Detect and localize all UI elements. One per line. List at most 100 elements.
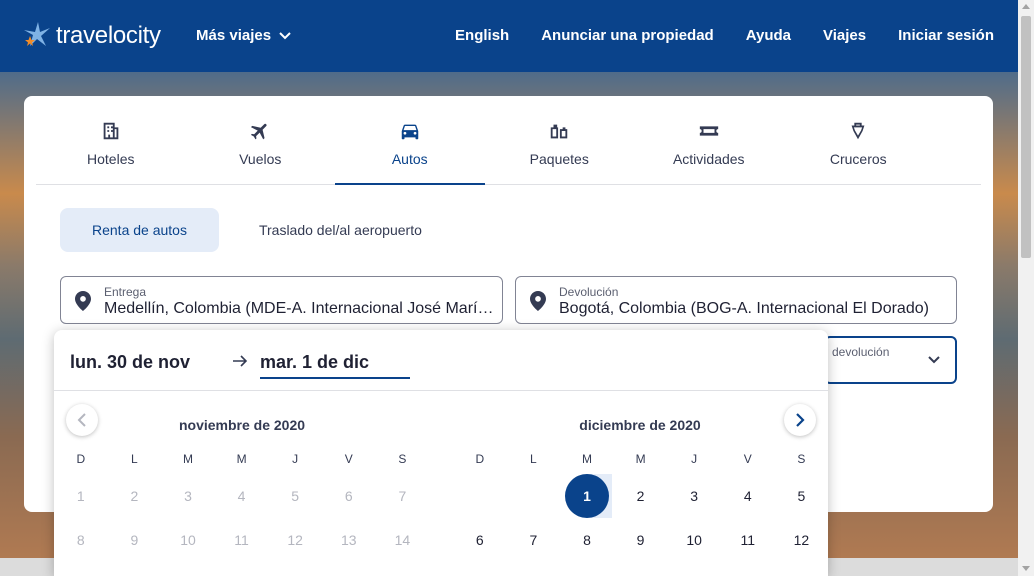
- weekday-label: D: [475, 452, 485, 466]
- weekday-label: M: [182, 452, 193, 466]
- calendar-day[interactable]: 12: [775, 518, 828, 562]
- tab-hotels[interactable]: Hoteles: [36, 96, 186, 184]
- scroll-down-arrow[interactable]: [1022, 566, 1030, 571]
- building-icon: [103, 122, 119, 140]
- calendar-day[interactable]: 5: [775, 474, 828, 518]
- tab-flights[interactable]: Vuelos: [186, 96, 336, 184]
- weekday-label: M: [236, 452, 247, 466]
- scroll-thumb[interactable]: [1021, 16, 1031, 258]
- weekday-label: M: [581, 452, 592, 466]
- tab-cars[interactable]: Autos: [335, 96, 485, 185]
- car-icon: [401, 124, 418, 140]
- tab-cruises[interactable]: Cruceros: [784, 96, 934, 184]
- more-trips-menu[interactable]: Más viajes: [196, 27, 291, 44]
- nav-language[interactable]: English: [455, 27, 509, 44]
- calendar-day[interactable]: 2: [614, 474, 668, 518]
- nav-sign-in[interactable]: Iniciar sesión: [898, 27, 994, 44]
- vertical-scrollbar[interactable]: [1018, 0, 1034, 576]
- date-range-header: lun. 30 de nov mar. 1 de dic: [54, 330, 828, 391]
- scroll-up-arrow[interactable]: [1022, 4, 1030, 9]
- tab-activities[interactable]: Actividades: [634, 96, 784, 184]
- calendar-day[interactable]: 11: [721, 518, 775, 562]
- calendar-day: 7: [398, 488, 407, 504]
- calendar-day-blank: [507, 474, 561, 518]
- chevron-down-icon: [928, 356, 940, 364]
- weekday-label: J: [691, 452, 698, 466]
- calendar-day: 4: [237, 488, 246, 504]
- tab-packages[interactable]: Paquetes: [485, 96, 635, 184]
- weekday-label: V: [344, 452, 353, 466]
- weekday-label: J: [292, 452, 299, 466]
- tab-label: Vuelos: [239, 151, 282, 167]
- calendar-day[interactable]: 6: [453, 518, 507, 562]
- november-day-grid: 1 2 3 4 5 6 7 8 9 10 11 12 13 14: [54, 474, 429, 562]
- calendar-day: 5: [291, 488, 300, 504]
- calendar-day: 6: [344, 488, 353, 504]
- start-date-button[interactable]: lun. 30 de nov: [70, 352, 190, 373]
- pickup-location-field[interactable]: Entrega Medellín, Colombia (MDE-A. Inter…: [60, 276, 503, 324]
- top-header: travelocity Más viajes English Anunciar …: [0, 0, 1018, 72]
- header-nav: English Anunciar una propiedad Ayuda Via…: [455, 27, 994, 44]
- nav-list-property[interactable]: Anunciar una propiedad: [541, 27, 714, 44]
- more-trips-label: Más viajes: [196, 27, 272, 44]
- calendar-day[interactable]: 7: [507, 518, 561, 562]
- weekday-header: D L M M J V S: [54, 452, 429, 466]
- calendar-day[interactable]: 4: [721, 474, 775, 518]
- chevron-down-icon: [279, 31, 291, 39]
- weekday-label: L: [530, 452, 537, 466]
- pickup-value: Medellín, Colombia (MDE-A. Internacional…: [104, 300, 494, 317]
- stars-logo-icon: [24, 22, 50, 46]
- weekday-label: S: [797, 452, 806, 466]
- car-subtabs: Renta de autos Traslado del/al aeropuert…: [60, 208, 454, 252]
- calendar-day: 9: [130, 532, 139, 548]
- nav-help[interactable]: Ayuda: [746, 27, 791, 44]
- date-picker-popup: lun. 30 de nov mar. 1 de dic noviembre d…: [54, 330, 828, 576]
- calendar-day: 11: [234, 532, 249, 548]
- dropoff-label: Devolución: [559, 285, 619, 299]
- calendar-day: 14: [394, 532, 411, 548]
- tab-label: Paquetes: [529, 151, 589, 167]
- calendar-day: 1: [76, 488, 85, 504]
- dropoff-location-field[interactable]: Devolución Bogotá, Colombia (BOG-A. Inte…: [515, 276, 957, 324]
- pickup-label: Entrega: [104, 285, 147, 299]
- calendar-day: 13: [340, 532, 357, 548]
- arrow-right-icon: [233, 355, 248, 367]
- product-tabs: Hoteles Vuelos Autos Paquetes Actividade…: [36, 96, 981, 185]
- calendar-day: 3: [184, 488, 192, 504]
- month-title-november: noviembre de 2020: [178, 417, 306, 433]
- calendar-day[interactable]: 9: [614, 518, 668, 562]
- ship-icon: [851, 122, 865, 140]
- travelocity-logo[interactable]: travelocity: [24, 20, 161, 52]
- calendar-day[interactable]: 3: [667, 474, 721, 518]
- end-date-button[interactable]: mar. 1 de dic: [260, 352, 410, 379]
- return-time-label: devolución: [832, 345, 890, 359]
- calendar-day: 8: [76, 532, 85, 548]
- december-day-grid: 1 2 3 4 5 6 7 8 9 10 11 12: [453, 474, 828, 562]
- subtab-car-rental[interactable]: Renta de autos: [60, 208, 219, 252]
- tab-label: Hoteles: [87, 151, 135, 167]
- calendar-day: 10: [180, 532, 196, 548]
- calendar-day-selected[interactable]: 1: [560, 474, 614, 518]
- weekday-label: L: [131, 452, 138, 466]
- tab-label: Actividades: [672, 151, 745, 167]
- calendar-day: 12: [287, 532, 303, 548]
- location-pin-icon: [530, 291, 546, 311]
- ticket-icon: [699, 126, 718, 136]
- nav-trips[interactable]: Viajes: [823, 27, 866, 44]
- tab-label: Cruceros: [829, 151, 887, 167]
- logo-text: travelocity: [56, 22, 161, 49]
- plane-icon: [251, 123, 267, 140]
- calendar-day: 2: [130, 488, 139, 504]
- location-pin-icon: [75, 291, 91, 311]
- subtab-airport-transfer[interactable]: Traslado del/al aeropuerto: [219, 208, 454, 252]
- weekday-header: D L M M J V S: [453, 452, 828, 466]
- calendar-day[interactable]: 10: [667, 518, 721, 562]
- weekday-label: S: [398, 452, 407, 466]
- calendar-day[interactable]: 8: [560, 518, 614, 562]
- weekday-label: D: [76, 452, 86, 466]
- weekday-label: M: [635, 452, 646, 466]
- return-time-select[interactable]: devolución: [824, 336, 957, 384]
- luggage-icon: [551, 124, 568, 139]
- calendar-day-blank: [453, 474, 507, 518]
- dropoff-value: Bogotá, Colombia (BOG-A. Internacional E…: [559, 300, 929, 317]
